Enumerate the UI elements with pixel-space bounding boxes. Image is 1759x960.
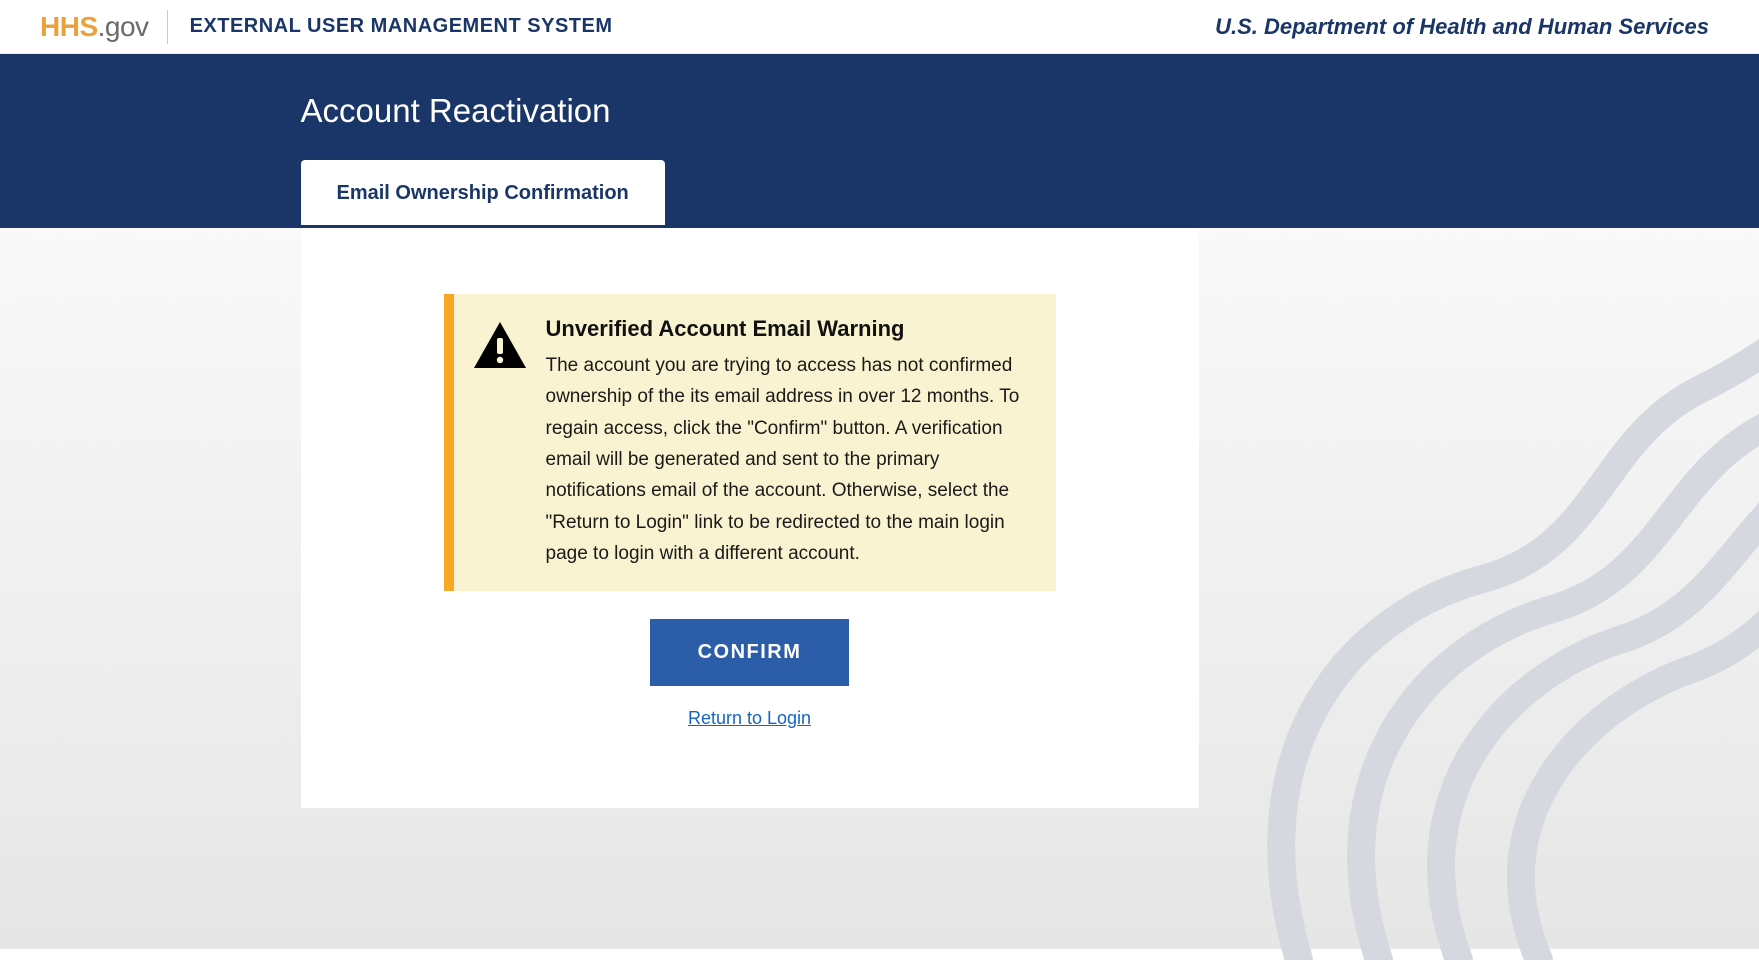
top-header: HHS.gov EXTERNAL USER MANAGEMENT SYSTEM … bbox=[0, 0, 1759, 54]
alert-body: The account you are trying to access has… bbox=[546, 350, 1028, 569]
logo-hhs-text: HHS bbox=[40, 11, 98, 42]
warning-icon bbox=[472, 320, 528, 375]
logo-gov-text: .gov bbox=[98, 11, 149, 42]
background-silhouettes bbox=[1179, 240, 1759, 960]
tab-email-ownership[interactable]: Email Ownership Confirmation bbox=[301, 160, 665, 225]
return-to-login-link[interactable]: Return to Login bbox=[688, 708, 811, 729]
warning-alert: Unverified Account Email Warning The acc… bbox=[444, 294, 1056, 591]
site-logo[interactable]: HHS.gov bbox=[40, 11, 149, 43]
header-divider bbox=[167, 10, 168, 44]
confirm-button[interactable]: CONFIRM bbox=[650, 619, 850, 686]
actions-area: CONFIRM Return to Login bbox=[371, 619, 1129, 729]
page-banner: Account Reactivation Email Ownership Con… bbox=[0, 54, 1759, 228]
department-title: U.S. Department of Health and Human Serv… bbox=[1215, 14, 1719, 40]
main-content-card: Unverified Account Email Warning The acc… bbox=[301, 228, 1199, 808]
system-title: EXTERNAL USER MANAGEMENT SYSTEM bbox=[190, 15, 613, 38]
alert-title: Unverified Account Email Warning bbox=[546, 316, 1028, 342]
page-title: Account Reactivation bbox=[301, 92, 1199, 130]
